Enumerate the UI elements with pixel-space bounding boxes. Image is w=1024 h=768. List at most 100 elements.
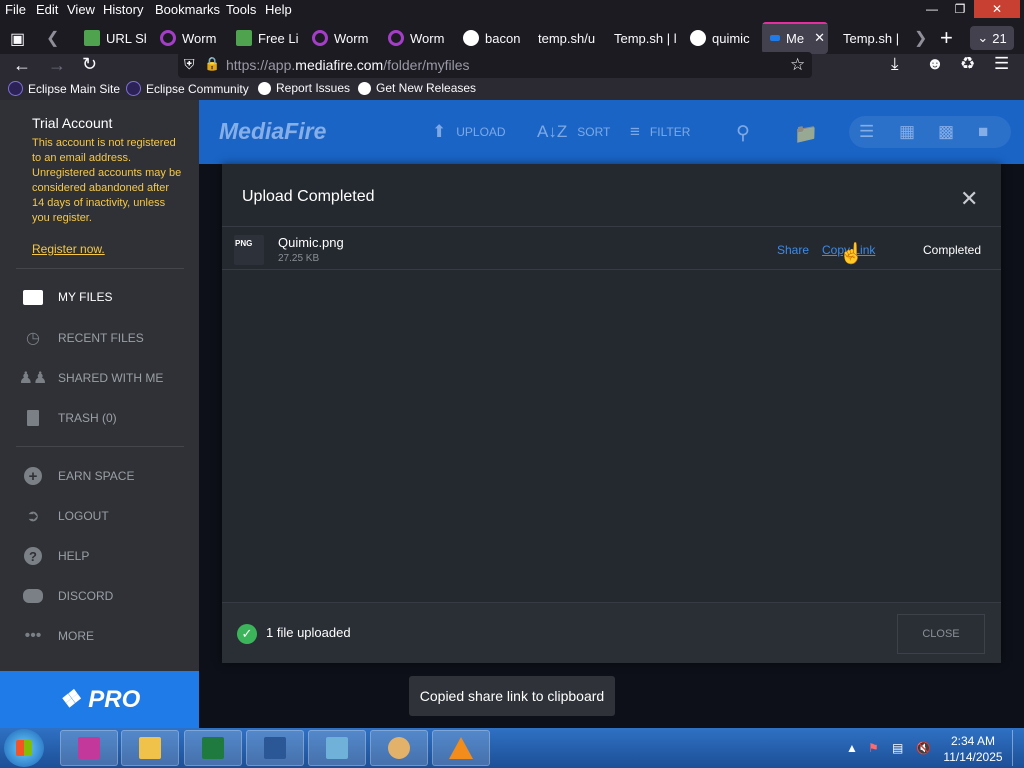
sidebar-item-shared-with-me[interactable]: ♟♟ SHARED WITH ME: [19, 367, 164, 389]
url-text[interactable]: https://app.mediafire.com/folder/myfiles: [226, 57, 470, 73]
download-icon[interactable]: ⤓: [891, 54, 899, 74]
dialog-title: Upload Completed: [242, 188, 375, 205]
taskbar-vlc[interactable]: [432, 730, 490, 766]
bookmark-get-new-releases[interactable]: Get New Releases: [358, 81, 476, 95]
sort-button[interactable]: A↓Z SORT: [537, 122, 610, 142]
mediafire-favicon-icon: [770, 35, 780, 41]
hamburger-menu-icon[interactable]: ☰: [994, 54, 1009, 74]
menu-help[interactable]: Help: [265, 2, 292, 17]
taskbar-word[interactable]: [246, 730, 304, 766]
taskbar-app-1[interactable]: [60, 730, 118, 766]
tab-scroll-left-icon[interactable]: ❮: [46, 28, 59, 48]
sidebar-item-discord[interactable]: DISCORD: [22, 585, 113, 607]
tray-network-icon[interactable]: ▤: [892, 741, 903, 755]
tab-4[interactable]: Worm: [312, 22, 376, 54]
upload-button[interactable]: ⬆ UPLOAD: [432, 122, 506, 142]
mediafire-header: MediaFire ⬆ UPLOAD A↓Z SORT ≡ FILTER ⚲ 📁 ☰ …: [199, 100, 1024, 164]
shield-icon[interactable]: ⛨: [184, 56, 195, 73]
list-view-button[interactable]: ☰: [859, 122, 884, 142]
image-viewer-icon: [326, 737, 348, 759]
discord-icon: [22, 585, 44, 607]
new-folder-button[interactable]: 📁: [794, 122, 828, 146]
bookmark-eclipse-community[interactable]: Eclipse Community: [126, 81, 249, 96]
tray-expand-icon[interactable]: ▲: [846, 741, 858, 755]
sidebar-item-more[interactable]: ••• MORE: [22, 625, 94, 647]
tab-9[interactable]: quimic: [690, 22, 752, 54]
taskbar-clock[interactable]: 2:34 AM 11/14/2025: [940, 733, 1006, 765]
extensions-icon[interactable]: ♻: [960, 54, 975, 74]
close-button[interactable]: CLOSE: [897, 614, 985, 654]
pro-upgrade-banner[interactable]: ❖ PRO: [0, 671, 199, 728]
preview-view-button[interactable]: ■: [978, 122, 998, 142]
sidebar-item-earn-space[interactable]: + EARN SPACE: [22, 465, 134, 487]
eclipse-icon: [126, 81, 141, 96]
windows-logo-icon: [16, 740, 32, 756]
dialog-footer: ✓ 1 file uploaded CLOSE: [222, 602, 1001, 663]
tab-list-button[interactable]: ⌄ 21: [970, 26, 1014, 50]
tray-flag-icon[interactable]: ⚑: [868, 741, 879, 755]
maximize-icon[interactable]: ❐: [946, 0, 974, 18]
register-now-link[interactable]: Register now.: [32, 242, 105, 256]
tab-3[interactable]: Free Li: [236, 22, 298, 54]
new-tab-icon[interactable]: +: [940, 25, 953, 51]
account-icon[interactable]: ☻: [926, 54, 944, 74]
large-grid-view-button[interactable]: ▩: [938, 122, 964, 142]
menu-file[interactable]: File: [5, 2, 26, 17]
taskbar-excel[interactable]: [184, 730, 242, 766]
tab-strip: ▣ ❮ URL Sh Worm Free Li Worm Worm bacon …: [0, 22, 1024, 54]
sidebar-item-help[interactable]: ? HELP: [22, 545, 89, 567]
filter-button[interactable]: ≡ FILTER: [630, 122, 690, 142]
url-bar[interactable]: ⛨ 🔒 https://app.mediafire.com/folder/myf…: [178, 52, 812, 78]
bookmark-report-issues[interactable]: Report Issues: [258, 81, 350, 95]
tab-mediafire-active[interactable]: Me ✕: [762, 22, 828, 54]
png-file-icon: PNG: [234, 235, 264, 265]
bookmark-eclipse-main[interactable]: Eclipse Main Site: [8, 81, 120, 96]
reload-icon[interactable]: ↻: [82, 54, 97, 75]
sidebar-item-recent-files[interactable]: ◷ RECENT FILES: [22, 327, 144, 349]
menu-tools[interactable]: Tools: [226, 2, 256, 17]
search-button[interactable]: ⚲: [736, 122, 760, 145]
back-icon[interactable]: ←: [13, 55, 31, 76]
tray-volume-muted-icon[interactable]: 🔇: [916, 741, 931, 755]
tab-7[interactable]: temp.sh/u: [538, 22, 600, 54]
paint-icon: [388, 737, 410, 759]
start-button[interactable]: [4, 729, 44, 767]
upload-icon: ⬆: [432, 122, 447, 141]
tab-overview-icon[interactable]: ▣: [10, 29, 25, 49]
filter-icon: ≡: [630, 122, 640, 141]
sidebar-divider: [16, 446, 184, 447]
tab-11[interactable]: Temp.sh | (: [843, 22, 903, 54]
menu-edit[interactable]: Edit: [36, 2, 58, 17]
tab-8[interactable]: Temp.sh | l: [614, 22, 676, 54]
close-icon[interactable]: ✕: [960, 186, 978, 212]
tab-1[interactable]: URL Sh: [84, 22, 146, 54]
trial-account-title: Trial Account: [32, 115, 113, 131]
forward-icon[interactable]: →: [48, 55, 66, 76]
tab-6[interactable]: bacon: [463, 22, 523, 54]
folder-icon: [22, 286, 44, 308]
tab-2[interactable]: Worm: [160, 22, 224, 54]
sidebar-item-trash[interactable]: TRASH (0): [22, 407, 117, 429]
tab-favicon-icon: [236, 30, 252, 46]
lock-icon[interactable]: 🔒: [204, 56, 220, 72]
menu-view[interactable]: View: [67, 2, 95, 17]
share-link[interactable]: Share: [777, 243, 809, 257]
tab-5[interactable]: Worm: [388, 22, 452, 54]
minimize-icon[interactable]: —: [918, 0, 946, 18]
taskbar-paint[interactable]: [370, 730, 428, 766]
taskbar-explorer[interactable]: [121, 730, 179, 766]
clock-icon: ◷: [26, 330, 40, 347]
show-desktop-button[interactable]: [1012, 730, 1021, 766]
grid-view-button[interactable]: ▦: [899, 122, 925, 142]
excel-icon: [202, 737, 224, 759]
sidebar-item-my-files[interactable]: MY FILES: [22, 286, 112, 308]
taskbar-image-viewer[interactable]: [308, 730, 366, 766]
tab-scroll-right-icon[interactable]: ❯: [914, 28, 927, 48]
menu-history[interactable]: History: [103, 2, 143, 17]
bookmark-star-icon[interactable]: ☆: [790, 55, 805, 75]
sidebar-item-logout[interactable]: ➲ LOGOUT: [22, 505, 108, 527]
tab-close-icon[interactable]: ✕: [814, 30, 825, 46]
menu-bookmarks[interactable]: Bookmarks: [155, 2, 220, 17]
mediafire-logo[interactable]: MediaFire: [219, 118, 326, 145]
window-close-icon[interactable]: ✕: [974, 0, 1020, 18]
